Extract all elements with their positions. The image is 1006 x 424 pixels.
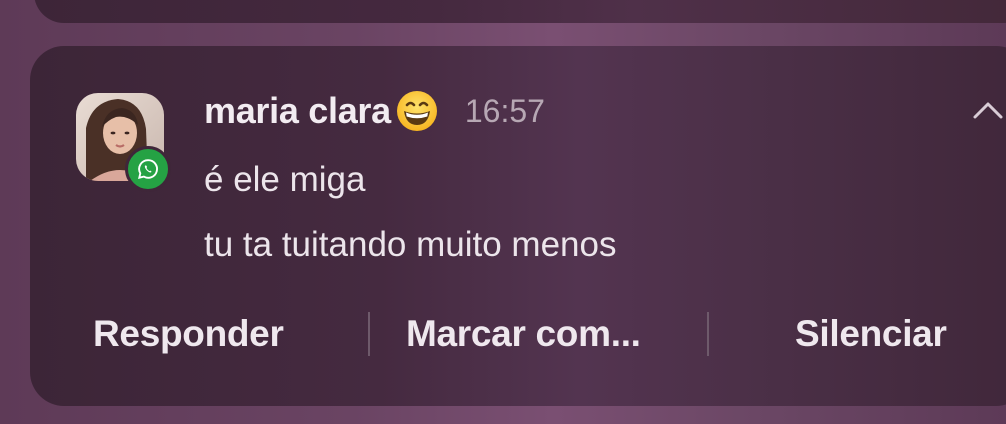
notification-time: 16:57 — [464, 92, 545, 129]
action-divider — [368, 312, 370, 356]
whatsapp-icon — [125, 146, 171, 192]
message-line: tu ta tuitando muito menos — [204, 225, 617, 264]
mark-as-button[interactable]: Marcar com... — [406, 306, 641, 362]
grinning-face-emoji — [395, 89, 439, 133]
notification-header: maria clara 16:57 — [204, 88, 545, 134]
previous-notification-card[interactable] — [34, 0, 1006, 23]
sender-name: maria clara — [204, 90, 391, 131]
action-divider — [707, 312, 709, 356]
chevron-up-icon[interactable] — [970, 98, 1006, 122]
mute-button[interactable]: Silenciar — [795, 306, 947, 362]
message-line: é ele miga — [204, 160, 366, 199]
notification-actions: Responder Marcar com... Silenciar — [30, 306, 1006, 362]
reply-button[interactable]: Responder — [93, 306, 284, 362]
